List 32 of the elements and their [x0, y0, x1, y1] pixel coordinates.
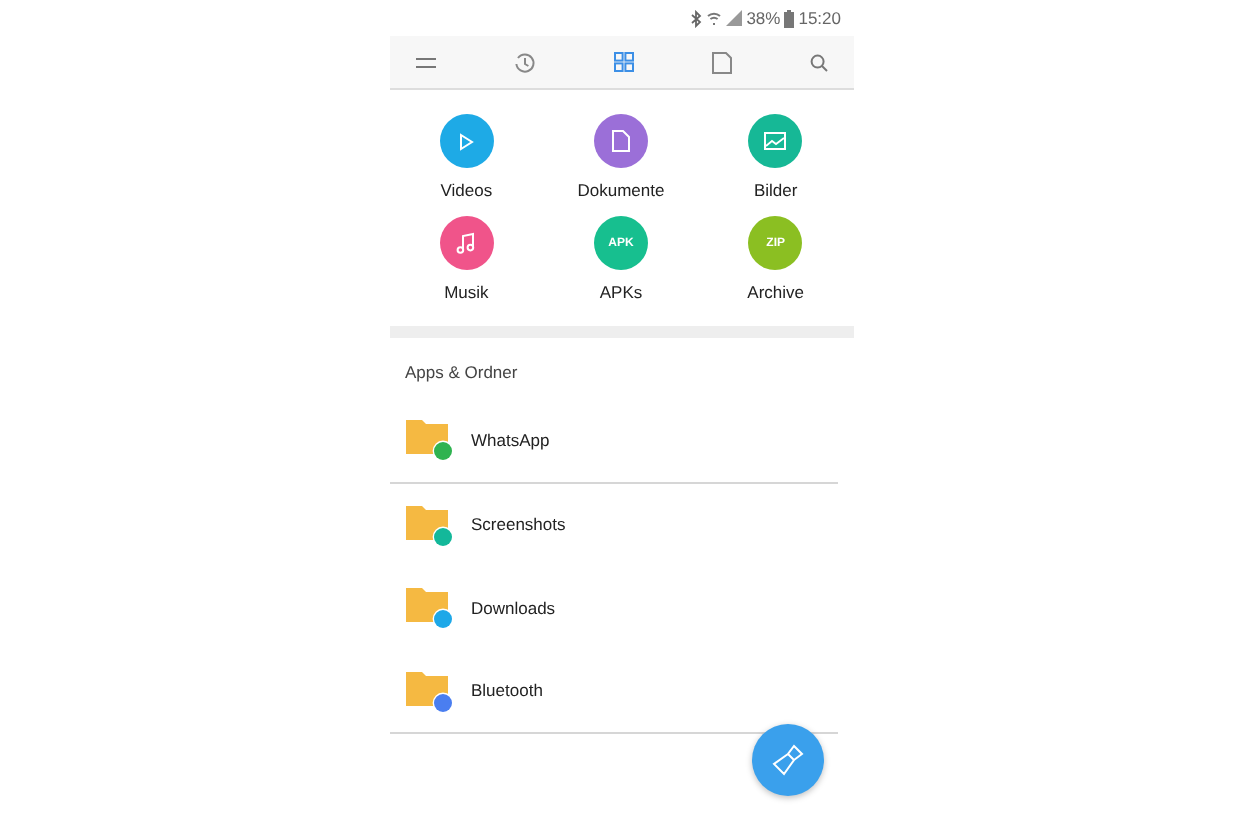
folder-name[interactable]: Screenshots — [471, 514, 566, 535]
category-label: Videos — [440, 180, 493, 200]
battery-percent: 38% — [746, 8, 781, 28]
category-label: Archive — [747, 282, 804, 302]
search-icon — [809, 53, 827, 71]
category-icon[interactable] — [593, 114, 648, 168]
category-label: Bilder — [753, 180, 798, 200]
brush-icon — [771, 744, 803, 776]
menu-icon — [415, 55, 435, 69]
bluetooth-icon — [690, 9, 703, 27]
folder-icon — [405, 416, 453, 463]
category-icon[interactable] — [748, 114, 803, 168]
clock-time: 15:20 — [798, 8, 841, 28]
category-icon[interactable] — [439, 114, 494, 168]
folder-name[interactable]: Downloads — [471, 597, 556, 618]
section-title: Apps & Ordner — [403, 360, 520, 386]
clock-icon — [513, 51, 535, 73]
folder-icon — [405, 667, 453, 714]
folder-icon — [405, 584, 453, 631]
sd-card-icon — [711, 51, 731, 73]
folder-name[interactable]: WhatsApp — [471, 429, 550, 450]
category-label: Musik — [444, 282, 489, 302]
clean-button[interactable] — [751, 724, 823, 796]
wifi-icon — [706, 10, 723, 26]
battery-icon — [784, 9, 795, 27]
grid-icon — [613, 52, 633, 72]
category-label: Dokumente — [577, 180, 665, 200]
signal-icon — [726, 10, 743, 26]
folder-name[interactable]: Bluetooth — [471, 680, 543, 701]
category-icon[interactable] — [439, 216, 494, 270]
category-label: APKs — [599, 282, 643, 302]
folder-icon — [405, 501, 453, 548]
